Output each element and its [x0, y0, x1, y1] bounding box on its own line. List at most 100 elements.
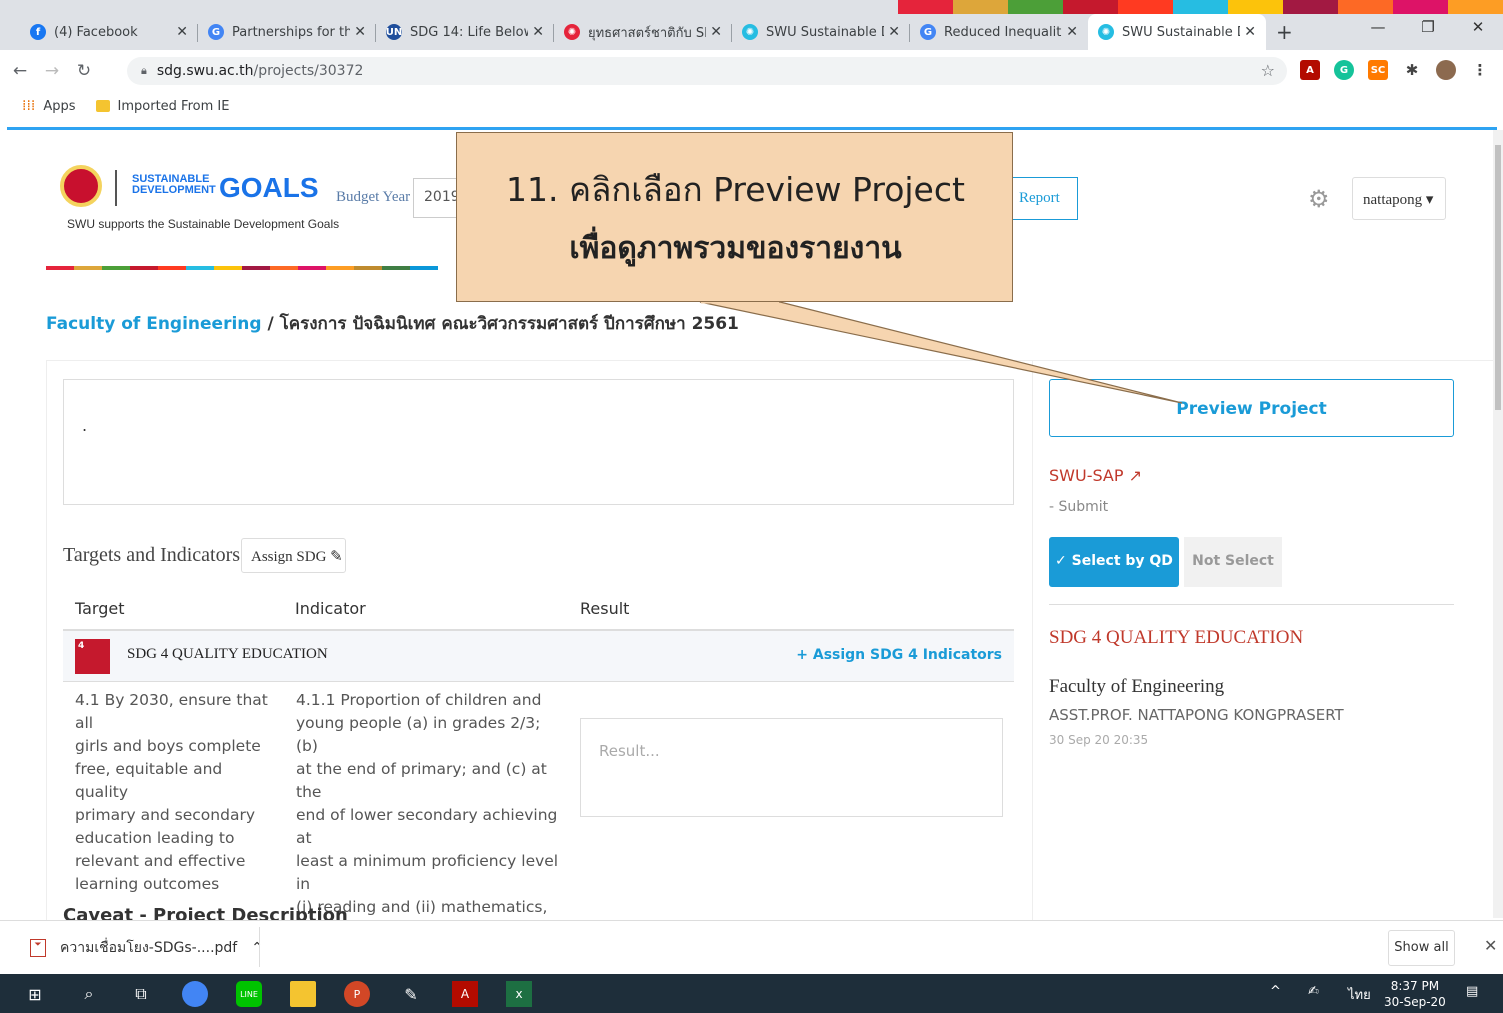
close-downloads-icon[interactable]: ✕	[1484, 936, 1497, 955]
bookmark-star-icon[interactable]: ☆	[1261, 61, 1275, 80]
assign-sdg-button[interactable]: Assign SDG ✎	[241, 538, 346, 573]
bookmark-apps[interactable]: ⁞⁞⁞ Apps	[22, 98, 76, 114]
grammarly-extension-icon[interactable]: G	[1334, 60, 1354, 80]
browser-tab[interactable]: ✺ ยุทธศาสตร์ชาติกับ SI ✕	[554, 14, 732, 50]
gear-icon[interactable]: ⚙	[1308, 185, 1330, 213]
sdg-color-divider	[46, 266, 438, 270]
address-bar[interactable]: 🔒︎ sdg.swu.ac.th/projects/30372 ☆	[127, 57, 1287, 85]
acrobat-extension-icon[interactable]: A	[1300, 60, 1320, 80]
project-description-box: .	[63, 379, 1014, 505]
result-placeholder: Result...	[599, 742, 660, 760]
bookmark-label: Apps	[43, 98, 76, 114]
menu-kebab-icon[interactable]: ⋮	[1470, 60, 1490, 80]
screen: f (4) Facebook ✕ G Partnerships for th ✕ UN SDG…	[0, 0, 1503, 1013]
line-app-icon[interactable]: LINE	[236, 981, 262, 1007]
browser-tab[interactable]: f (4) Facebook ✕	[20, 14, 198, 50]
close-tab-icon[interactable]: ✕	[1244, 24, 1256, 40]
browser-tab[interactable]: G Partnerships for th ✕	[198, 14, 376, 50]
callout-line-1: 11. คลิกเลือก Preview Project	[506, 170, 965, 209]
text-line: end of lower secondary achieving at	[296, 806, 558, 847]
budget-year-select[interactable]: 2019	[413, 178, 460, 218]
clock[interactable]: 8:37 PM 30-Sep-20	[1384, 978, 1446, 1010]
chevron-up-icon[interactable]: ⌃	[251, 940, 263, 956]
language-indicator[interactable]: ไทย	[1348, 984, 1371, 1005]
acrobat-icon[interactable]: A	[452, 981, 478, 1007]
tray-chevron-icon[interactable]: ^	[1270, 984, 1281, 999]
text-line: 4.1 By 2030, ensure that all	[75, 691, 268, 732]
powerpoint-icon[interactable]: P	[344, 981, 370, 1007]
tab-list: f (4) Facebook ✕ G Partnerships for th ✕ UN SDG…	[20, 14, 1293, 50]
tab-title: (4) Facebook	[54, 24, 138, 40]
puzzle-extensions-icon[interactable]: ✱	[1402, 60, 1422, 80]
page-top-accent-line	[7, 127, 1497, 130]
pen-icon[interactable]: ✍	[1308, 984, 1319, 999]
download-separator	[259, 927, 260, 967]
user-menu-button[interactable]: nattapong ▾	[1352, 177, 1446, 220]
sidebar-date: 30 Sep 20 20:35	[1049, 733, 1149, 747]
select-by-qd-button[interactable]: ✓ Select by QD	[1049, 537, 1179, 587]
paint-icon[interactable]: ✎	[398, 981, 424, 1007]
file-explorer-icon[interactable]	[290, 981, 316, 1007]
browser-tab[interactable]: ✺ SWU Sustainable D ✕	[732, 14, 910, 50]
sdg4-name: SDG 4 QUALITY EDUCATION	[127, 646, 328, 662]
browser-tab[interactable]: G Reduced Inequalit ✕	[910, 14, 1088, 50]
text-line: learning outcomes	[75, 875, 220, 893]
excel-icon[interactable]: x	[506, 981, 532, 1007]
description-text: .	[82, 416, 88, 435]
text-line: free, equitable and quality	[75, 760, 223, 801]
text-line: primary and secondary	[75, 806, 255, 824]
sdg-wheel-icon: ✺	[1098, 24, 1114, 40]
chrome-icon[interactable]	[182, 981, 208, 1007]
reload-icon[interactable]: ↻	[72, 61, 96, 81]
external-link-icon: ↗	[1128, 466, 1143, 485]
breadcrumb-project-title: / โครงการ ปัจฉิมนิเทศ คณะวิศวกรรมศาสตร์ …	[261, 314, 739, 334]
show-all-button[interactable]: Show all	[1388, 930, 1455, 966]
new-tab-icon[interactable]: +	[1276, 20, 1293, 44]
breadcrumb: Faculty of Engineering / โครงการ ปัจฉิมน…	[46, 310, 739, 337]
tab-title: Partnerships for th	[232, 24, 351, 40]
url-domain: sdg.swu.ac.th	[156, 63, 254, 79]
sc-extension-icon[interactable]: SC	[1368, 60, 1388, 80]
close-tab-icon[interactable]: ✕	[888, 24, 900, 40]
table-header: Target Indicator Result	[63, 595, 1014, 631]
close-tab-icon[interactable]: ✕	[354, 24, 366, 40]
minimize-icon[interactable]: —	[1353, 18, 1403, 36]
notification-icon[interactable]: ▤	[1466, 984, 1478, 999]
windows-start-icon[interactable]: ⊞	[22, 981, 48, 1007]
browser-tab[interactable]: UN SDG 14: Life Below ✕	[376, 14, 554, 50]
not-select-button[interactable]: Not Select	[1184, 537, 1282, 587]
sidebar-person: ASST.PROF. NATTAPONG KONGPRASERT	[1049, 706, 1344, 724]
sdg-wheel-icon: ✺	[742, 24, 758, 40]
close-tab-icon[interactable]: ✕	[1066, 24, 1078, 40]
logo-text-small: SUSTAINABLE DEVELOPMENT	[132, 173, 216, 196]
download-item[interactable]: ⏷ ความเชื่อมโยง-SDGs-....pdf ⌃	[30, 937, 263, 959]
preview-project-button[interactable]: Preview Project	[1049, 379, 1454, 437]
back-icon[interactable]: ←	[8, 61, 32, 81]
tab-title: Reduced Inequalit	[944, 24, 1062, 40]
close-tab-icon[interactable]: ✕	[710, 24, 722, 40]
forward-icon[interactable]: →	[40, 61, 64, 81]
swu-sap-link[interactable]: SWU-SAP ↗	[1049, 466, 1142, 485]
sidebar-divider	[1049, 604, 1454, 605]
task-view-icon[interactable]: ⧉	[128, 981, 154, 1007]
targets-title: Targets and Indicators	[63, 544, 241, 566]
text-line: 4.1.1 Proportion of children and	[296, 691, 542, 709]
close-tab-icon[interactable]: ✕	[532, 24, 544, 40]
close-window-icon[interactable]: ✕	[1453, 18, 1503, 36]
assign-sdg4-indicators-link[interactable]: + Assign SDG 4 Indicators	[796, 647, 1002, 663]
search-icon[interactable]: ⌕	[76, 981, 102, 1007]
budget-year-label: Budget Year	[336, 189, 411, 205]
bookmark-imported[interactable]: Imported From IE	[95, 99, 229, 114]
restore-icon[interactable]: ❐	[1403, 18, 1453, 36]
breadcrumb-faculty-link[interactable]: Faculty of Engineering	[46, 314, 262, 334]
lock-icon: 🔒︎	[141, 64, 147, 77]
profile-avatar-icon[interactable]	[1436, 60, 1456, 80]
browser-tab[interactable]: ✺ SWU Sustainable D ✕	[1088, 14, 1266, 50]
scrollbar-thumb[interactable]	[1495, 145, 1501, 410]
result-input[interactable]: Result...	[580, 718, 1003, 817]
download-filename: ความเชื่อมโยง-SDGs-....pdf	[60, 940, 238, 956]
google-icon: G	[208, 24, 224, 40]
report-button[interactable]: Report	[1008, 177, 1078, 220]
close-tab-icon[interactable]: ✕	[176, 24, 188, 40]
sidebar-sdg-heading: SDG 4 QUALITY EDUCATION	[1049, 627, 1304, 648]
